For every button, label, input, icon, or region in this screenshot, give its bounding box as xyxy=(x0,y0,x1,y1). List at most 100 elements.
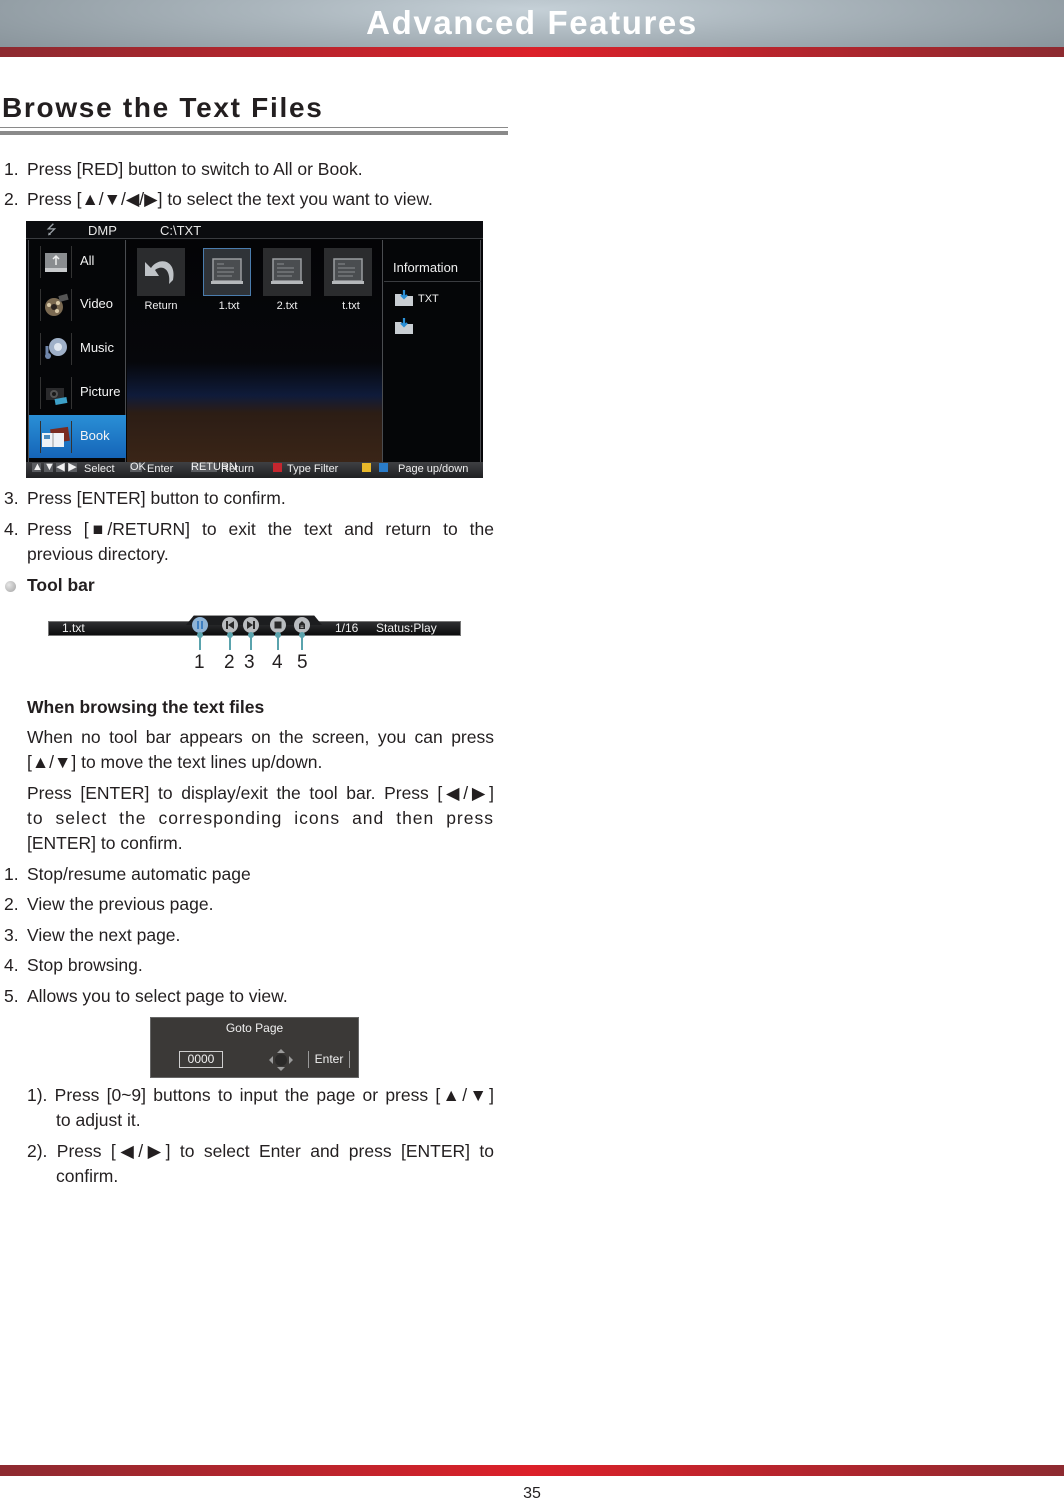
hint-select: Select xyxy=(84,463,115,475)
toolbar-heading: Tool bar xyxy=(27,575,95,595)
information-panel: Information TXT xyxy=(384,240,481,462)
callout-line xyxy=(277,634,279,650)
dmp-title: DMP xyxy=(88,223,117,238)
text-file-icon xyxy=(271,258,303,284)
section-title: Browse the Text Files xyxy=(2,92,324,123)
browsing-paragraph-1: When no tool bar appears on the screen, … xyxy=(27,727,494,747)
step-number: 3. xyxy=(4,488,19,508)
sidebar-item-picture[interactable]: Picture xyxy=(29,371,126,414)
pause-icon xyxy=(197,621,203,629)
footer-accent-bar xyxy=(0,1465,1064,1476)
goto-enter-button[interactable]: Enter xyxy=(308,1051,350,1068)
item-number: 3. xyxy=(4,925,19,945)
file-label: 2.txt xyxy=(276,300,298,312)
step-text: Press [ENTER] button to confirm. xyxy=(27,488,286,508)
information-divider xyxy=(384,281,481,282)
next-page-button[interactable] xyxy=(243,617,259,633)
browsing-heading: When browsing the text files xyxy=(27,697,265,717)
page-number-input[interactable]: 0000 xyxy=(179,1051,223,1068)
text-file-icon xyxy=(211,258,243,284)
callout-number: 1 xyxy=(194,652,205,673)
file-browser: Return 1.txt 2.txt t.txt xyxy=(127,240,383,462)
toolbar-item-1: 1. Stop/resume automatic page xyxy=(0,862,510,887)
skip-previous-icon xyxy=(226,621,234,629)
step-text: Press [▲/▼/◀/▶] to select the text you w… xyxy=(27,189,433,209)
callout-number: 5 xyxy=(297,652,308,673)
right-key-icon: ▶ xyxy=(68,461,77,473)
callout-number: 4 xyxy=(272,652,283,673)
file-tile-2-txt[interactable] xyxy=(263,248,311,296)
step-text-continued: previous directory. xyxy=(27,544,169,564)
goto-step-text: 1). Press [0~9] buttons to input the pag… xyxy=(27,1085,494,1105)
book-icon xyxy=(40,421,72,453)
browsing-paragraph-1-continued: [▲/▼] to move the text lines up/down. xyxy=(27,752,323,772)
hint-type-filter: Type Filter xyxy=(287,463,339,475)
browsing-paragraph-2-continued: to select the corresponding icons and th… xyxy=(27,808,494,828)
file-type-value: TXT xyxy=(418,293,439,305)
callout-number: 3 xyxy=(244,652,255,673)
toolbar-page: 1/16 xyxy=(335,621,359,635)
ok-key-icon: OK xyxy=(130,461,146,473)
previous-page-button[interactable] xyxy=(222,617,238,633)
sidebar-item-label: Picture xyxy=(80,384,121,399)
item-text: View the previous page. xyxy=(27,894,214,914)
file-label: 1.txt xyxy=(218,300,240,312)
file-tile-t-txt[interactable] xyxy=(324,248,372,296)
up-key-icon: ▲ xyxy=(32,461,43,473)
sidebar-item-label: Video xyxy=(80,296,114,311)
toolbar-status: Status:Play xyxy=(376,621,437,635)
item-number: 5. xyxy=(4,986,19,1006)
goto-page-button[interactable] xyxy=(294,617,310,633)
return-key-icon: RETURN xyxy=(191,461,237,473)
item-number: 1. xyxy=(4,864,19,884)
red-key-icon xyxy=(273,463,282,472)
toolbar-item-5: 5. Allows you to select page to view. xyxy=(0,984,510,1009)
toolbar-item-2: 2. View the previous page. xyxy=(0,892,510,917)
stop-icon xyxy=(274,621,282,629)
toolbar-filename: 1.txt xyxy=(62,621,85,635)
header-title: Advanced Features xyxy=(366,4,698,41)
headphones-icon xyxy=(40,333,72,365)
file-tile-1-txt[interactable] xyxy=(203,248,251,296)
goto-page-title: Goto Page xyxy=(225,1021,284,1035)
usb-drive-icon xyxy=(40,246,72,278)
callout-line xyxy=(301,634,303,650)
item-text: View the next page. xyxy=(27,925,181,945)
step-text: Press [RED] button to switch to All or B… xyxy=(27,159,363,179)
hint-return: Return xyxy=(221,463,255,475)
browsing-paragraph-2: Press [ENTER] to display/exit the tool b… xyxy=(27,783,494,803)
pause-button[interactable] xyxy=(192,617,208,633)
section-divider-thick xyxy=(0,131,508,135)
sidebar-item-book[interactable]: Book xyxy=(29,415,126,458)
item-number: 2. xyxy=(4,894,19,914)
goto-step-text-continued: to adjust it. xyxy=(56,1110,141,1130)
stop-button[interactable] xyxy=(270,617,286,633)
goto-step-text: 2). Press [◀/▶] to select Enter and pres… xyxy=(27,1141,494,1161)
sidebar-item-all[interactable]: All xyxy=(29,240,126,283)
down-key-icon: ▼ xyxy=(44,461,55,473)
step-2: 2. Press [▲/▼/◀/▶] to select the text yo… xyxy=(0,187,510,212)
toolbar-item-3: 3. View the next page. xyxy=(0,923,510,948)
file-tile-return[interactable] xyxy=(137,248,185,296)
goto-step-2: 2). Press [◀/▶] to select Enter and pres… xyxy=(27,1139,494,1189)
folder-icon xyxy=(395,290,413,306)
yellow-key-icon xyxy=(362,463,371,472)
sidebar-item-video[interactable]: Video xyxy=(29,283,126,326)
browsing-paragraph-2-end: [ENTER] to confirm. xyxy=(27,833,183,853)
sidebar-item-label: Music xyxy=(80,340,114,355)
step-1: 1. Press [RED] button to switch to All o… xyxy=(0,157,510,182)
hint-bar: ▲ ▼ ◀ ▶ Select OK Enter RETURN Return Ty… xyxy=(26,462,483,478)
callout-line xyxy=(250,634,252,650)
hint-enter: Enter xyxy=(147,463,174,475)
blue-key-icon xyxy=(379,463,388,472)
step-number: 2. xyxy=(4,189,19,209)
sidebar-item-music[interactable]: Music xyxy=(29,327,126,370)
header-accent-bar xyxy=(0,47,1064,57)
file-label: Return xyxy=(144,300,178,312)
toolbar-item-4: 4. Stop browsing. xyxy=(0,953,510,978)
film-reel-icon xyxy=(40,289,72,321)
sidebar-item-label: All xyxy=(80,253,95,268)
skip-next-icon xyxy=(247,621,255,629)
step-3: 3. Press [ENTER] button to confirm. xyxy=(0,486,510,511)
direction-pad-icon xyxy=(269,1049,293,1071)
